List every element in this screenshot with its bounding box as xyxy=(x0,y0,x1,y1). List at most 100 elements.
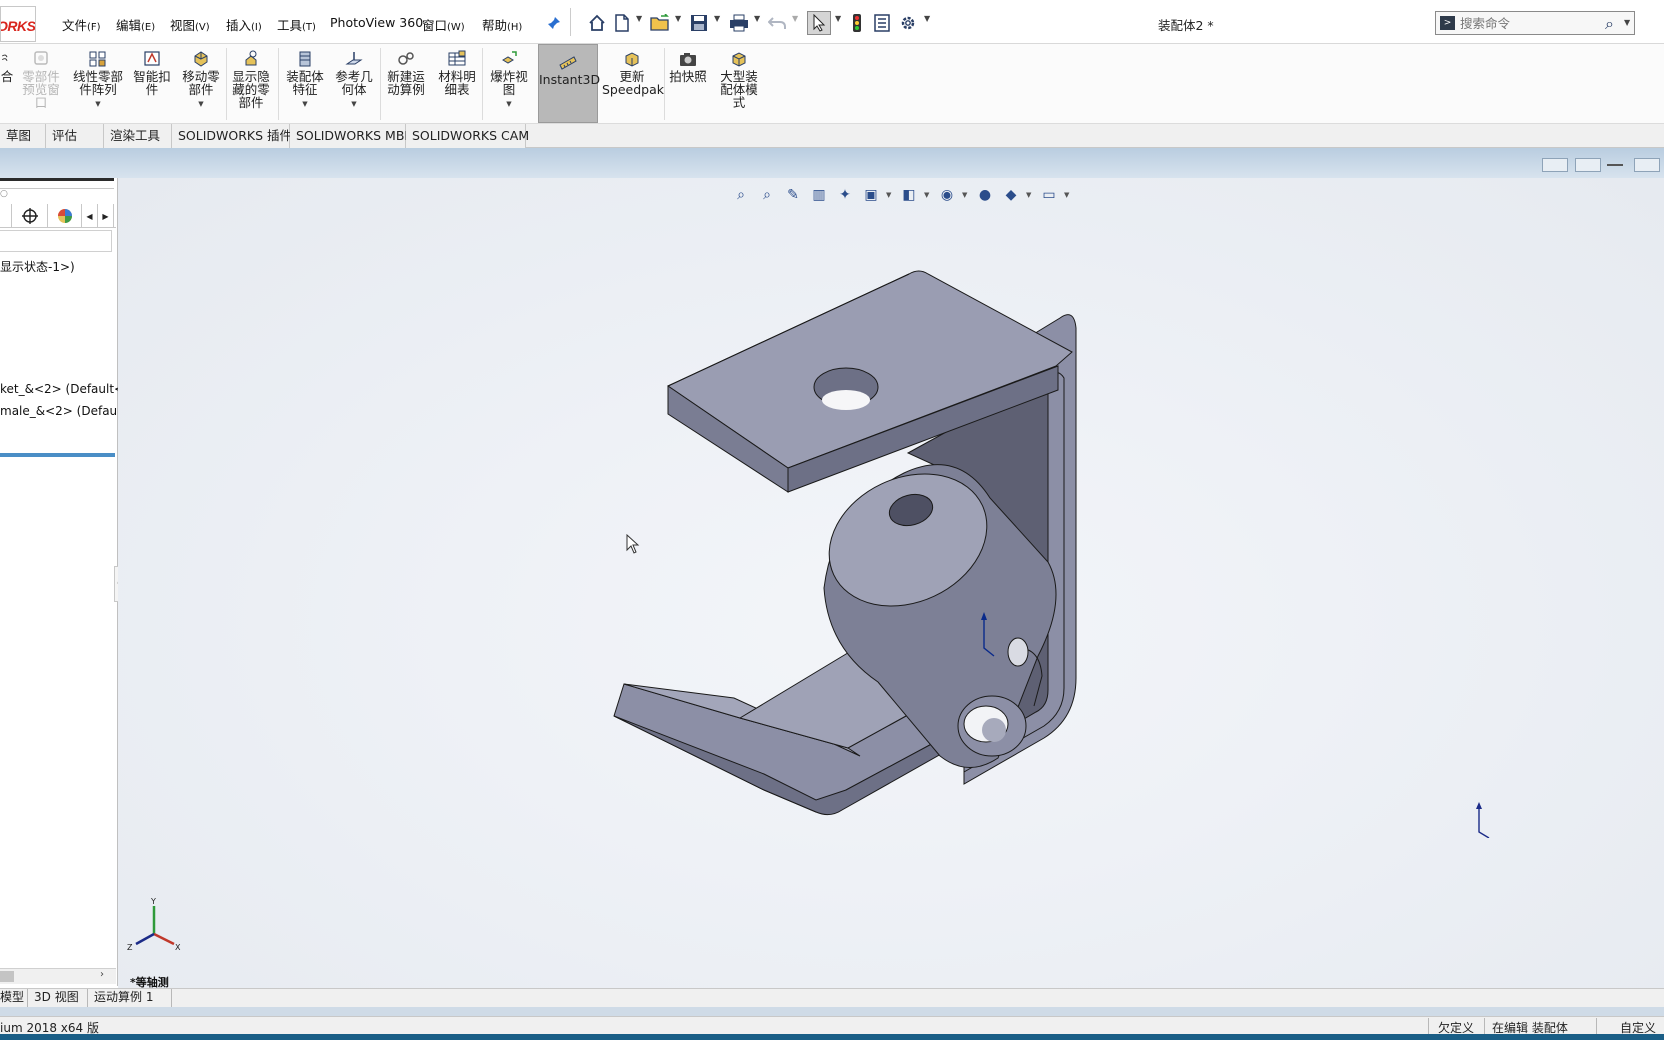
search-input[interactable] xyxy=(1460,14,1600,32)
file-properties-icon[interactable] xyxy=(872,12,892,34)
open-folder-icon[interactable] xyxy=(648,12,672,34)
reference-triad-icon xyxy=(1476,802,1490,838)
rebuild-traffic-light-icon[interactable] xyxy=(848,12,866,34)
take-snapshot-button[interactable]: 拍快照 xyxy=(666,46,710,122)
move-component-button[interactable]: 移动零 部件 ▼ xyxy=(178,46,224,122)
menu-photoview[interactable]: PhotoView 360 xyxy=(330,15,423,30)
status-bar: ium 2018 x64 版 欠定义 在编辑 装配体 自定义 xyxy=(0,1016,1664,1035)
select-dropdown-icon[interactable]: ▼ xyxy=(835,14,841,23)
linear-pattern-dropdown-icon[interactable]: ▼ xyxy=(70,98,126,111)
document-window-frame xyxy=(0,148,1664,178)
tab-render-tools[interactable]: 渲染工具 xyxy=(104,124,172,148)
undo-icon[interactable] xyxy=(766,12,788,34)
filter-circle-icon: ○ xyxy=(0,189,8,199)
tab-solidworks-mbd[interactable]: SOLIDWORKS MBD xyxy=(290,124,414,148)
panel-horizontal-scrollbar[interactable]: › xyxy=(0,968,116,984)
tree-item-display-state[interactable]: 显示状态-1>) xyxy=(0,258,75,275)
print-dropdown-icon[interactable]: ▼ xyxy=(754,14,760,23)
triad-y-label: Y xyxy=(150,897,156,906)
home-icon[interactable] xyxy=(586,12,608,34)
menu-file[interactable]: 文件(F) xyxy=(62,15,101,34)
feature-manager-panel: ○ ◀ ▶ 显示状态-1>) ket_&<2> (Default< male_&… xyxy=(0,178,125,986)
tab-sketch[interactable]: 草图 xyxy=(0,124,46,148)
triad-z-label: Z xyxy=(127,943,133,952)
graphics-area[interactable]: ⌕ ⌕ ✎ ▥ ✦ ▣ ▼ ◧ ▼ ◉ ▼ ● ◆ ▼ ▭ ▼ Y X Z *等… xyxy=(118,178,1664,990)
component-preview-button[interactable]: 零部件 预览窗 口 xyxy=(18,46,64,122)
minimize-window-icon[interactable] xyxy=(1602,158,1628,172)
tree-rollback-bar[interactable] xyxy=(0,453,115,457)
split-window-icon[interactable] xyxy=(1575,158,1601,172)
show-hidden-icon xyxy=(245,50,257,66)
menu-window[interactable]: 窗口(W) xyxy=(422,15,465,34)
tab-scroll-left-icon[interactable]: ◀ xyxy=(82,204,98,228)
new-dropdown-icon[interactable]: ▼ xyxy=(636,14,642,23)
search-commands-box[interactable]: > ⌕ ▼ xyxy=(1435,11,1635,35)
preview-window-icon xyxy=(34,51,48,65)
tab-evaluate[interactable]: 评估 xyxy=(46,124,104,148)
tree-item-male[interactable]: male_&<2> (Default xyxy=(0,404,125,418)
appearance-sphere-icon[interactable] xyxy=(48,204,82,228)
save-icon[interactable] xyxy=(688,12,710,34)
reference-geometry-button[interactable]: 参考几 何体 ▼ xyxy=(330,46,378,122)
tab-feature-manager[interactable] xyxy=(0,204,12,228)
mate-button[interactable]: 合 xyxy=(0,46,14,122)
bottom-tabs: 模型 3D 视图 运动算例 1 xyxy=(0,988,1664,1007)
show-hidden-components-button[interactable]: 显示隐 藏的零 部件 xyxy=(228,46,274,122)
print-icon[interactable] xyxy=(728,12,750,34)
smart-fasteners-button[interactable]: 智能扣 件 xyxy=(130,46,174,122)
motion-study-icon xyxy=(398,52,414,65)
search-icon[interactable]: ⌕ xyxy=(1605,14,1614,34)
linear-pattern-button[interactable]: 线性零部 件阵列 ▼ xyxy=(70,46,126,122)
hinge-bracket-model[interactable] xyxy=(118,178,1664,990)
new-document-icon[interactable] xyxy=(612,12,632,34)
reference-geometry-dropdown-icon[interactable]: ▼ xyxy=(330,98,378,111)
undo-dropdown-icon[interactable]: ▼ xyxy=(792,14,798,23)
pin-icon[interactable] xyxy=(545,12,563,34)
menu-insert[interactable]: 插入(I) xyxy=(226,15,262,34)
new-motion-study-button[interactable]: 新建运 动算例 xyxy=(382,46,430,122)
menu-edit[interactable]: 编辑(E) xyxy=(116,15,155,34)
tab-model[interactable]: 模型 xyxy=(0,989,28,1007)
update-speedpak-button[interactable]: 更新 Speedpak xyxy=(602,46,664,122)
bill-of-materials-button[interactable]: 材料明 细表 xyxy=(434,46,480,122)
cursor-arrow-icon xyxy=(813,14,826,32)
tab-scroll-right-icon[interactable]: ▶ xyxy=(98,204,114,228)
move-component-icon xyxy=(194,51,208,67)
exploded-view-button[interactable]: 爆炸视 图 ▼ xyxy=(484,46,534,122)
restore-window-icon[interactable] xyxy=(1634,158,1660,172)
tab-3d-view[interactable]: 3D 视图 xyxy=(28,989,88,1007)
tab-motion-study-1[interactable]: 运动算例 1 xyxy=(88,989,172,1007)
camera-icon xyxy=(680,53,696,66)
menu-tools[interactable]: 工具(T) xyxy=(277,15,316,34)
crosshair-icon[interactable] xyxy=(12,204,48,228)
assembly-features-dropdown-icon[interactable]: ▼ xyxy=(280,98,330,111)
view-orientation-triad: Y X Z xyxy=(127,897,181,952)
large-assembly-mode-button[interactable]: 大型装 配体模 式 xyxy=(714,46,764,122)
search-dropdown-icon[interactable]: ▼ xyxy=(1624,18,1630,27)
command-prompt-icon: > xyxy=(1440,16,1455,30)
open-dropdown-icon[interactable]: ▼ xyxy=(675,14,681,23)
scroll-right-icon[interactable]: › xyxy=(100,969,104,980)
manager-tabs: ◀ ▶ xyxy=(0,204,116,228)
tab-solidworks-addins[interactable]: SOLIDWORKS 插件 xyxy=(172,124,292,148)
save-dropdown-icon[interactable]: ▼ xyxy=(714,14,720,23)
menu-view[interactable]: 视图(V) xyxy=(170,15,210,34)
tree-item-bracket[interactable]: ket_&<2> (Default< xyxy=(0,382,124,396)
solidworks-logo[interactable]: ORKS xyxy=(0,6,36,42)
tree-filter-field[interactable] xyxy=(0,230,112,252)
options-gear-icon[interactable] xyxy=(898,12,918,34)
options-dropdown-icon[interactable]: ▼ xyxy=(924,14,930,23)
move-component-dropdown-icon[interactable]: ▼ xyxy=(178,98,224,111)
select-tool-button[interactable] xyxy=(807,11,831,35)
assembly-features-button[interactable]: 装配体 特征 ▼ xyxy=(280,46,330,122)
menu-help[interactable]: 帮助(H) xyxy=(482,15,522,34)
assembly-features-icon xyxy=(299,51,311,67)
instant3d-button[interactable]: Instant3D xyxy=(538,44,600,123)
large-assembly-icon xyxy=(732,52,746,67)
exploded-view-dropdown-icon[interactable]: ▼ xyxy=(484,98,534,111)
command-manager: 合 零部件 预览窗 口 线性零部 件阵列 ▼ 智能扣 件 移动零 部件 ▼ 显示… xyxy=(0,44,1664,124)
tab-solidworks-cam[interactable]: SOLIDWORKS CAM xyxy=(406,124,529,148)
tile-window-icon[interactable] xyxy=(1542,158,1568,172)
mate-icon xyxy=(1,54,8,61)
logo-text: ORKS xyxy=(0,18,36,34)
